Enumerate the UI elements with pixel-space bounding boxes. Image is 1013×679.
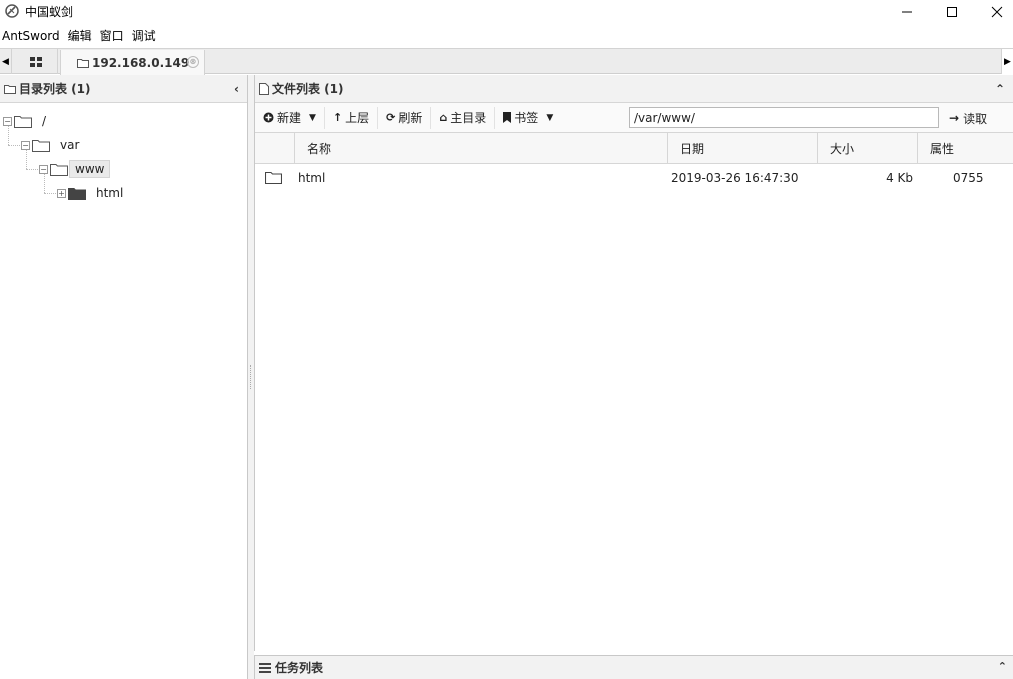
splitter-grip-icon [250,365,252,389]
tree-node-www[interactable]: − www [39,159,111,179]
refresh-button[interactable]: ⟳ 刷新 [378,106,432,129]
title-bar: 中国蚁剑 [0,0,1013,24]
tree-expand-icon[interactable]: + [57,188,66,198]
minimize-button[interactable] [884,0,930,24]
path-input[interactable] [629,107,939,128]
tree-node-var[interactable]: − var [21,135,83,155]
collapse-up-icon[interactable]: ⌃ [998,660,1007,673]
folder-icon [4,84,16,94]
read-button-label: 读取 [963,111,988,126]
collapse-left-icon[interactable]: ‹ [234,82,239,96]
folder-closed-icon [68,187,86,200]
folder-icon [77,58,89,68]
tree-node-root[interactable]: − / [3,111,50,131]
tab-close-icon[interactable]: ⊗ [187,56,199,68]
menu-edit[interactable]: 编辑 [66,26,98,46]
close-icon [991,6,1003,18]
file-toolbar: 新建 ▼ ↑ 上层 ⟳ 刷新 ⌂ 主目录 书签 ▼ → 读取 [255,103,1013,133]
list-icon [259,662,271,673]
tree-collapse-icon[interactable]: − [39,164,48,174]
file-grid-header: 名称 日期 大小 属性 [255,133,1013,164]
new-button[interactable]: 新建 ▼ [255,106,325,129]
new-button-label: 新建 [277,111,302,125]
home-dir-label: 主目录 [450,111,487,125]
folder-open-icon [14,115,32,128]
plus-circle-icon [263,112,274,123]
bookmark-label: 书签 [514,111,539,125]
file-name-cell[interactable]: html [298,164,325,191]
tab-home[interactable] [14,49,58,74]
file-icon [259,82,269,95]
chevron-left-icon: ◀ [2,56,9,67]
arrow-right-icon: → [949,111,960,125]
directory-panel: 目录列表 (1) ‹ − / − var − www + html [0,75,248,679]
tab-label: 192.168.0.149 [92,55,190,70]
folder-open-icon [32,139,50,152]
refresh-icon: ⟳ [386,111,396,124]
task-panel-title: 任务列表 [275,661,324,675]
tree-label-html[interactable]: html [92,185,127,201]
chevron-right-icon: ▶ [1004,56,1011,67]
tab-scroll-right-button[interactable]: ▶ [1001,49,1013,74]
tab-shell-session[interactable]: 192.168.0.149 ⊗ [60,50,205,75]
antsword-icon [5,4,19,18]
home-dir-button[interactable]: ⌂ 主目录 [431,106,496,129]
tree-label-var[interactable]: var [56,137,83,153]
column-header-attr[interactable]: 属性 [917,133,1013,164]
maximize-icon [947,7,957,17]
menu-window[interactable]: 窗口 [98,26,130,46]
task-panel-header: 任务列表 ⌃ [254,655,1013,679]
file-panel-title: 文件列表 (1) [272,82,344,96]
up-level-label: 上层 [345,111,370,125]
tree-node-html[interactable]: + html [57,183,127,203]
file-panel-header: 文件列表 (1) ⌃ [255,75,1013,103]
tab-scroll-left-button[interactable]: ◀ [0,49,12,74]
read-button[interactable]: → 读取 [945,107,991,129]
column-header-icon [255,133,294,164]
close-button[interactable] [974,0,1013,24]
collapse-up-icon[interactable]: ⌃ [995,82,1005,96]
up-level-button[interactable]: ↑ 上层 [325,106,379,129]
file-attr-cell: 0755 [953,170,984,185]
folder-icon [265,164,289,191]
window-title: 中国蚁剑 [25,5,74,19]
menu-debug[interactable]: 调试 [130,26,162,46]
arrow-up-icon: ↑ [332,111,343,124]
column-header-name[interactable]: 名称 [294,133,667,164]
refresh-label: 刷新 [398,111,423,125]
file-panel: 文件列表 (1) ⌃ 新建 ▼ ↑ 上层 ⟳ 刷新 ⌂ 主目录 书签 ▼ /va… [254,75,1013,651]
tree-collapse-icon[interactable]: − [21,140,30,150]
table-row[interactable]: html 2019-03-26 16:47:30 4 Kb 0755 [255,164,1013,191]
caret-down-icon: ▼ [546,112,554,123]
tab-bar: ◀ 192.168.0.149 ⊗ ▶ [0,48,1013,75]
caret-down-icon: ▼ [309,112,316,123]
menu-bar: AntSword 编辑 窗口 调试 [0,26,1013,46]
file-date-cell: 2019-03-26 16:47:30 [671,170,799,185]
home-icon: ⌂ [439,111,448,124]
tree-label-www[interactable]: www [69,160,111,178]
grid-icon [29,56,42,67]
file-size-cell: 4 Kb [886,170,913,185]
column-header-date[interactable]: 日期 [667,133,817,164]
column-header-size[interactable]: 大小 [817,133,917,164]
directory-panel-header: 目录列表 (1) ‹ [0,75,247,103]
tree-collapse-icon[interactable]: − [3,116,12,126]
tree-label-root[interactable]: / [38,113,50,129]
folder-open-icon [50,163,68,176]
bookmark-button[interactable]: 书签 ▼ [495,107,561,129]
bookmark-icon [503,112,512,123]
maximize-button[interactable] [929,0,975,24]
directory-panel-title: 目录列表 (1) [19,82,91,96]
menu-antsword[interactable]: AntSword [0,26,66,46]
minimize-icon [902,11,912,13]
